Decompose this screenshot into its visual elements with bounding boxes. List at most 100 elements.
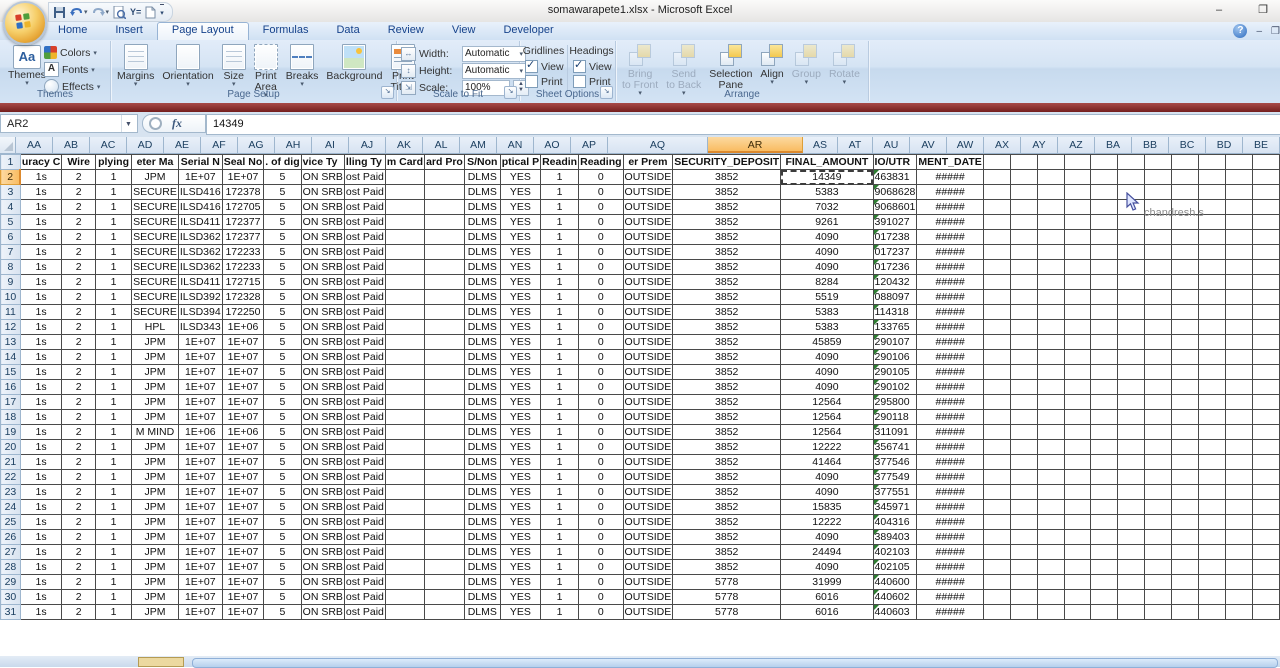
cell-AG21[interactable]: 5 <box>264 455 301 470</box>
cell-AU2[interactable] <box>983 170 1010 185</box>
cell-AA8[interactable]: 1s <box>20 260 62 275</box>
cell-BE28[interactable] <box>1253 560 1280 575</box>
cell-BD8[interactable] <box>1226 260 1253 275</box>
cell-AB18[interactable]: 2 <box>62 410 96 425</box>
cell-AW21[interactable] <box>1037 455 1064 470</box>
cell-AF8[interactable]: 172233 <box>222 260 264 275</box>
cell-AI23[interactable]: ost Paid <box>344 485 385 500</box>
cell-AN15[interactable]: 1 <box>541 365 579 380</box>
cell-AO20[interactable]: 0 <box>579 440 623 455</box>
cell-AH7[interactable]: ON SRB <box>301 245 344 260</box>
cell-AV19[interactable] <box>1010 425 1037 440</box>
cell-BB13[interactable] <box>1172 335 1199 350</box>
cell-AO1[interactable]: Reading <box>579 155 623 170</box>
cell-AX8[interactable] <box>1064 260 1091 275</box>
cell-AM23[interactable]: YES <box>500 485 540 500</box>
cell-AN12[interactable]: 1 <box>541 320 579 335</box>
cell-AC27[interactable]: 1 <box>96 545 132 560</box>
cell-AX25[interactable] <box>1064 515 1091 530</box>
cell-AG20[interactable]: 5 <box>264 440 301 455</box>
cell-AA28[interactable]: 1s <box>20 560 62 575</box>
cell-AA11[interactable]: 1s <box>20 305 62 320</box>
cell-AH25[interactable]: ON SRB <box>301 515 344 530</box>
cell-AB27[interactable]: 2 <box>62 545 96 560</box>
cell-AP27[interactable]: OUTSIDE <box>623 545 673 560</box>
cell-AY23[interactable] <box>1091 485 1118 500</box>
cell-AO31[interactable]: 0 <box>579 605 623 620</box>
cell-AS21[interactable]: 377546 <box>873 455 917 470</box>
cell-AM6[interactable]: YES <box>500 230 540 245</box>
cell-AJ7[interactable] <box>385 245 424 260</box>
cell-BB28[interactable] <box>1172 560 1199 575</box>
cell-AJ8[interactable] <box>385 260 424 275</box>
cell-BB20[interactable] <box>1172 440 1199 455</box>
cell-AX22[interactable] <box>1064 470 1091 485</box>
cell-AV18[interactable] <box>1010 410 1037 425</box>
cell-AD19[interactable]: M MIND <box>132 425 179 440</box>
row-header-17[interactable]: 17 <box>1 395 21 410</box>
cell-AN1[interactable]: Readin <box>541 155 579 170</box>
cell-AF18[interactable]: 1E+07 <box>222 410 264 425</box>
cell-AB17[interactable]: 2 <box>62 395 96 410</box>
cell-AZ12[interactable] <box>1118 320 1145 335</box>
cell-AN14[interactable]: 1 <box>541 350 579 365</box>
cell-AE19[interactable]: 1E+06 <box>178 425 222 440</box>
cell-AR31[interactable]: 6016 <box>781 605 873 620</box>
cell-AT6[interactable]: ##### <box>917 230 983 245</box>
cell-AB30[interactable]: 2 <box>62 590 96 605</box>
column-header-AR[interactable]: AR <box>708 137 803 153</box>
cell-AC13[interactable]: 1 <box>96 335 132 350</box>
column-header-AT[interactable]: AT <box>838 137 873 153</box>
cell-AO25[interactable]: 0 <box>579 515 623 530</box>
cell-AZ29[interactable] <box>1118 575 1145 590</box>
cell-AC23[interactable]: 1 <box>96 485 132 500</box>
cell-AA31[interactable]: 1s <box>20 605 62 620</box>
cell-AE15[interactable]: 1E+07 <box>178 365 222 380</box>
cell-AS18[interactable]: 290118 <box>873 410 917 425</box>
cell-AI2[interactable]: ost Paid <box>344 170 385 185</box>
cell-BE6[interactable] <box>1253 230 1280 245</box>
cell-AT7[interactable]: ##### <box>917 245 983 260</box>
cell-AC7[interactable]: 1 <box>96 245 132 260</box>
cell-AT30[interactable]: ##### <box>917 590 983 605</box>
cell-AD15[interactable]: JPM <box>132 365 179 380</box>
cell-AM7[interactable]: YES <box>500 245 540 260</box>
cell-AL11[interactable]: DLMS <box>464 305 500 320</box>
cell-AY7[interactable] <box>1091 245 1118 260</box>
cell-BC25[interactable] <box>1199 515 1226 530</box>
cell-BE1[interactable] <box>1253 155 1280 170</box>
cell-AG6[interactable]: 5 <box>264 230 301 245</box>
cell-AY24[interactable] <box>1091 500 1118 515</box>
select-all-corner[interactable] <box>0 137 16 153</box>
cell-AT19[interactable]: ##### <box>917 425 983 440</box>
cell-BD6[interactable] <box>1226 230 1253 245</box>
cell-AB23[interactable]: 2 <box>62 485 96 500</box>
cell-BC19[interactable] <box>1199 425 1226 440</box>
cell-AX27[interactable] <box>1064 545 1091 560</box>
cell-AO29[interactable]: 0 <box>579 575 623 590</box>
cell-AM13[interactable]: YES <box>500 335 540 350</box>
row-header-4[interactable]: 4 <box>1 200 21 215</box>
cell-AK10[interactable] <box>425 290 465 305</box>
cell-AK28[interactable] <box>425 560 465 575</box>
cell-AZ8[interactable] <box>1118 260 1145 275</box>
cell-AY21[interactable] <box>1091 455 1118 470</box>
cell-AU13[interactable] <box>983 335 1010 350</box>
cell-AA1[interactable]: uracy C <box>20 155 62 170</box>
cell-AI17[interactable]: ost Paid <box>344 395 385 410</box>
column-header-AJ[interactable]: AJ <box>349 137 386 153</box>
cell-AQ10[interactable]: 3852 <box>673 290 781 305</box>
cell-AF1[interactable]: Seal No <box>222 155 264 170</box>
cell-AR30[interactable]: 6016 <box>781 590 873 605</box>
cell-AY1[interactable] <box>1091 155 1118 170</box>
cell-AT5[interactable]: ##### <box>917 215 983 230</box>
cell-AE6[interactable]: ILSD362 <box>178 230 222 245</box>
cell-AO7[interactable]: 0 <box>579 245 623 260</box>
cell-AG10[interactable]: 5 <box>264 290 301 305</box>
cell-AI20[interactable]: ost Paid <box>344 440 385 455</box>
cell-AH6[interactable]: ON SRB <box>301 230 344 245</box>
cell-AN21[interactable]: 1 <box>541 455 579 470</box>
cell-AR19[interactable]: 12564 <box>781 425 873 440</box>
cell-AP4[interactable]: OUTSIDE <box>623 200 673 215</box>
cell-AH9[interactable]: ON SRB <box>301 275 344 290</box>
